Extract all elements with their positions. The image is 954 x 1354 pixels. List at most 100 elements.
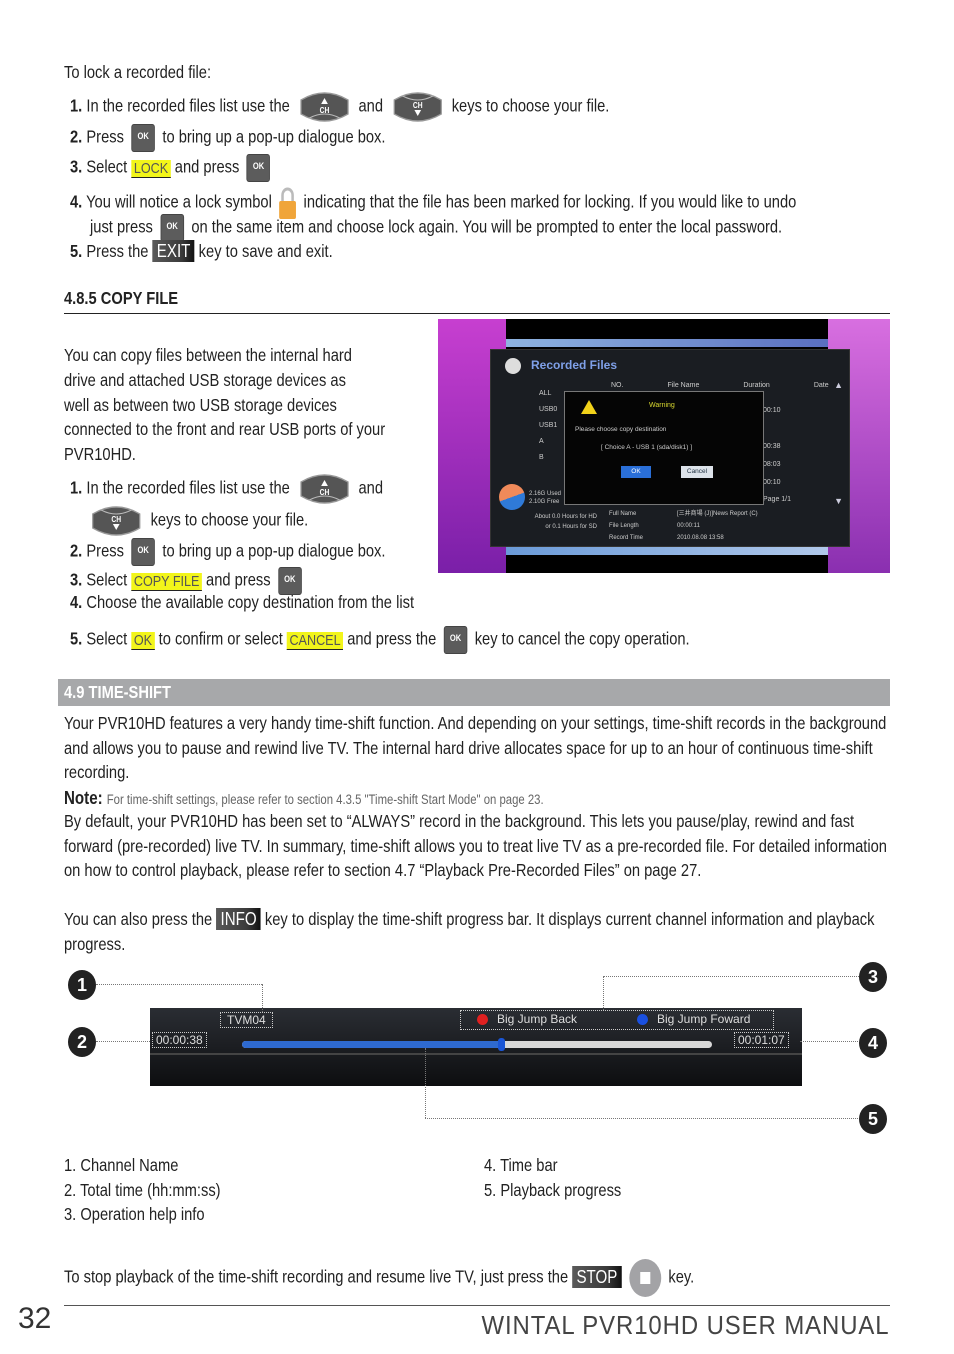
sidebar-item: ALL	[539, 390, 552, 397]
dialog-cancel-button[interactable]: Cancel	[681, 466, 713, 478]
time-bar-fill	[242, 1041, 501, 1048]
legend-item: 3. Operation help info	[64, 1204, 205, 1224]
callout-line	[603, 976, 859, 977]
step-number: 2.	[70, 126, 83, 147]
detail-label: Full Name	[609, 511, 637, 517]
ok-key-icon: OK	[160, 214, 184, 242]
step-text: and	[358, 95, 384, 116]
stop-instruction: To stop playback of the time-shift recor…	[64, 1259, 694, 1297]
channel-name: TVM04	[220, 1012, 273, 1028]
step-number: 2.	[70, 540, 83, 561]
para-text: You can also press the	[64, 909, 213, 929]
stop-text: To stop playback of the time-shift recor…	[64, 1266, 569, 1287]
column-header: File Name	[667, 382, 700, 389]
lock-step-2: 2. Press OK to bring up a pop-up dialogu…	[70, 124, 385, 152]
step-text: keys to choose your file.	[150, 509, 309, 530]
step-text: indicating that the file has been marked…	[303, 191, 797, 212]
copy-step-1-cont: keys to choose your file.	[86, 506, 308, 536]
duration-cell	[763, 420, 781, 438]
copy-step-2: 2. Press OK to bring up a pop-up dialogu…	[70, 538, 385, 566]
blue-button-icon	[637, 1014, 648, 1025]
step-text: to confirm or select	[158, 628, 283, 649]
ch-down-key-icon	[390, 92, 444, 122]
copy-file-option-highlight: COPY FILE	[131, 572, 202, 591]
screen-columns: NO. File Name Duration Date	[611, 382, 829, 389]
note-label: Note:	[64, 788, 103, 808]
scroll-up-icon: ▲	[834, 380, 843, 390]
step-number: 3.	[70, 156, 83, 177]
sidebar-item: A	[539, 438, 544, 445]
hours-line: About 0.0 Hours for HD	[534, 514, 597, 520]
panel-divider	[150, 1053, 802, 1055]
detail-label: File Length	[609, 523, 639, 529]
stop-key-label: STOP	[572, 1265, 622, 1288]
file-details: Full Name [三井商場 (J)]News Report (C) File …	[609, 508, 758, 544]
lock-intro: To lock a recorded file:	[64, 62, 212, 82]
step-text: Press	[86, 126, 124, 147]
step-text: and press the	[347, 628, 437, 649]
legend-item: 4. Time bar	[484, 1155, 558, 1175]
lock-step-1: 1. In the recorded files list use the an…	[70, 92, 609, 122]
detail-label: Record Time	[609, 535, 644, 541]
total-time: 00:01:07	[734, 1032, 789, 1048]
step-number: 1.	[70, 95, 83, 116]
step-text: and	[358, 477, 384, 498]
copy-file-heading: 4.8.5 COPY FILE	[64, 288, 179, 308]
duration-cell: 08:03	[763, 461, 781, 468]
timeshift-para-1: Your PVR10HD features a very handy time-…	[64, 713, 887, 782]
cancel-option-highlight: CANCEL	[286, 631, 344, 650]
storage-info: 2.16G Used 2.10G Free	[529, 490, 561, 506]
callout-line	[96, 1041, 150, 1042]
duration-cell: 00:38	[763, 443, 781, 450]
step-text: key to cancel the copy operation.	[474, 628, 690, 649]
help-info-box: Big Jump Back Big Jump Foward	[460, 1010, 774, 1030]
playback-progress-handle[interactable]	[497, 1038, 505, 1051]
hours-info: About 0.0 Hours for HD or 0.1 Hours for …	[505, 512, 597, 532]
timeshift-para-2: By default, your PVR10HD has been set to…	[64, 811, 887, 880]
stop-text: key.	[668, 1266, 695, 1287]
step-number: 1.	[70, 477, 83, 498]
dialog-title: Warning	[649, 402, 675, 409]
footer-title: WINTAL PVR10HD USER MANUAL	[481, 1310, 890, 1340]
copy-step-5: 5. Select OK to confirm or select CANCEL…	[70, 626, 690, 654]
ch-up-key-icon	[297, 474, 351, 504]
step-text: to bring up a pop-up dialogue box.	[162, 540, 386, 561]
step-text: Choose the available copy destination fr…	[86, 592, 415, 612]
step-text: Press the	[86, 241, 149, 261]
callout-line	[425, 1048, 426, 1118]
timeshift-heading: 4.9 TIME-SHIFT	[64, 682, 171, 702]
copy-intro-line: You can copy files between the internal …	[64, 345, 352, 365]
dialog-ok-button[interactable]: OK	[621, 466, 651, 478]
column-header: Duration	[743, 382, 770, 389]
step-text: just press	[90, 216, 153, 237]
ok-key-icon: OK	[131, 124, 155, 152]
step-text: to bring up a pop-up dialogue box.	[162, 126, 386, 147]
screen-page: Page 1/1	[763, 496, 792, 503]
top-stripe	[506, 339, 828, 347]
duration-cell: 00:10	[763, 407, 781, 414]
column-header: NO.	[611, 382, 624, 389]
detail-value: 00:00:11	[677, 523, 700, 529]
scroll-down-icon: ▼	[834, 496, 843, 506]
timeshift-section-bar: 4.9 TIME-SHIFT	[58, 679, 890, 706]
ok-key-icon: OK	[131, 538, 155, 566]
step-number: 3.	[70, 569, 83, 590]
sidebar-item: USB0	[539, 406, 558, 413]
lock-step-3: 3. Select LOCK and press OK	[70, 154, 274, 182]
ok-key-icon: OK	[246, 154, 271, 182]
time-bar-track	[242, 1038, 712, 1051]
step-number: 4.	[70, 592, 83, 612]
step-text: You will notice a lock symbol	[86, 191, 272, 212]
sidebar-item: USB1	[539, 422, 558, 429]
screen-sidebar: ALL USB0 USB1 A B	[539, 386, 557, 466]
step-text: keys to choose your file.	[451, 95, 610, 116]
legend-item: 5. Playback progress	[484, 1180, 622, 1200]
callout-line	[603, 976, 604, 1010]
copy-intro-line: drive and attached USB storage devices a…	[64, 370, 346, 390]
step-text: In the recorded files list use the	[86, 95, 290, 116]
current-time: 00:00:38	[152, 1032, 207, 1048]
exit-key-icon: EXIT	[152, 240, 195, 262]
note-text: For time-shift settings, please refer to…	[106, 792, 544, 807]
step-number: 4.	[70, 191, 83, 212]
step-text: on the same item and choose lock again. …	[191, 216, 783, 237]
